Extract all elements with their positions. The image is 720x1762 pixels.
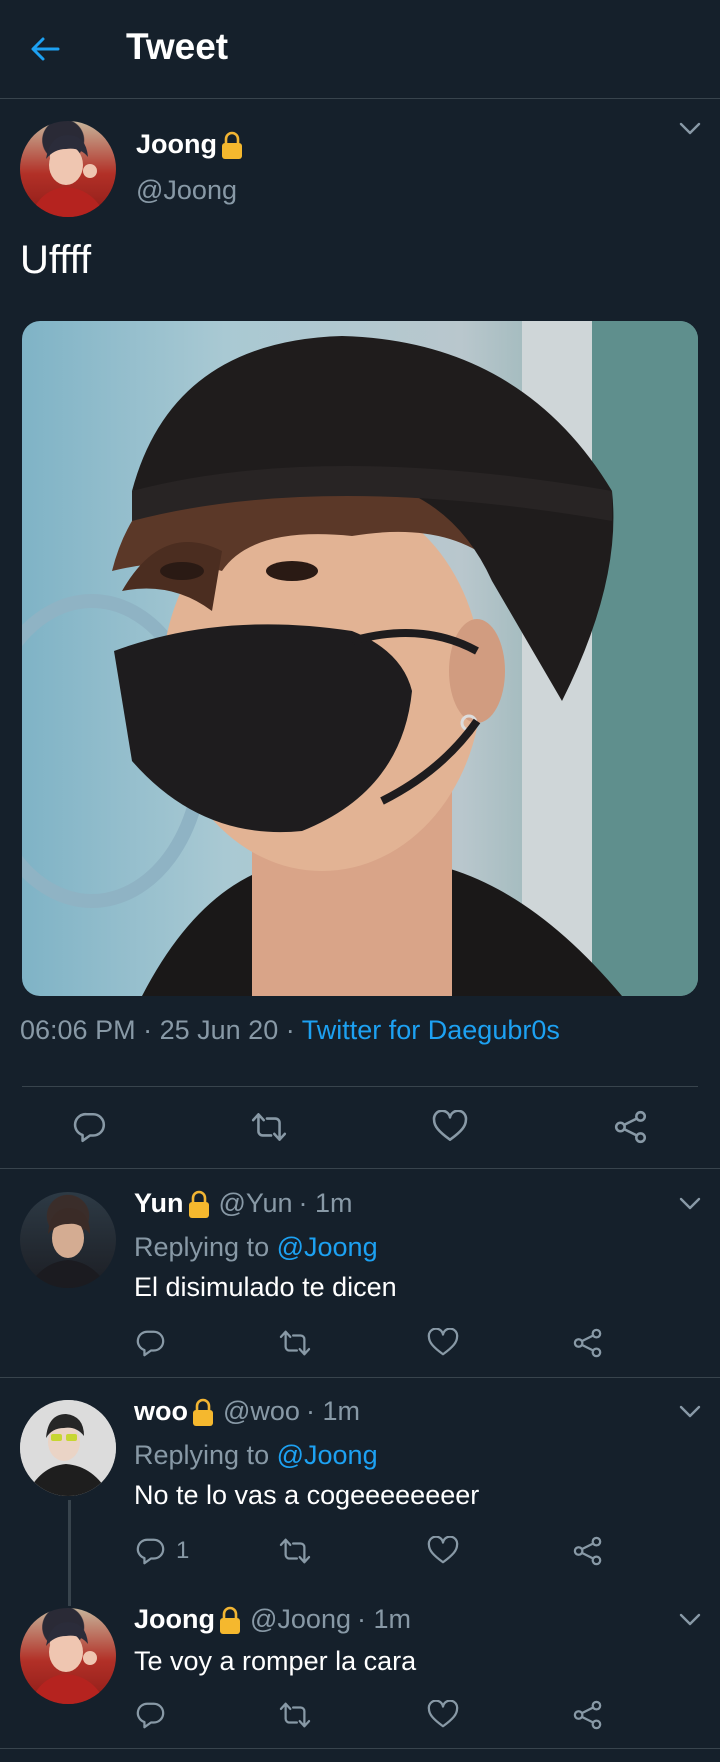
- like-button[interactable]: [427, 1328, 459, 1358]
- avatar[interactable]: [20, 121, 116, 217]
- retweet-icon: [278, 1328, 312, 1358]
- retweet-button[interactable]: [278, 1700, 312, 1730]
- chevron-down-icon: [679, 1613, 701, 1627]
- lock-icon: [218, 1605, 242, 1635]
- tweet-menu-button[interactable]: [679, 1613, 701, 1627]
- share-button[interactable]: [572, 1700, 604, 1730]
- thread-line: [68, 1500, 71, 1606]
- reply-author-handle[interactable]: @Yun: [219, 1188, 293, 1219]
- tweet-menu-button[interactable]: [679, 1197, 701, 1211]
- reply-text: Te voy a romper la cara: [134, 1646, 417, 1676]
- share-icon: [572, 1328, 604, 1358]
- share-button[interactable]: [572, 1536, 604, 1566]
- reply-button[interactable]: [136, 1328, 166, 1358]
- reply-time: · 1m: [298, 1188, 353, 1218]
- like-icon: [427, 1328, 459, 1358]
- like-icon: [432, 1110, 468, 1144]
- tweet-time: 06:06 PM: [20, 1015, 136, 1045]
- lock-icon: [220, 130, 244, 160]
- share-button[interactable]: [572, 1328, 604, 1358]
- author-handle[interactable]: @Joong: [136, 175, 237, 206]
- like-icon: [427, 1536, 459, 1566]
- reply-author-handle[interactable]: @Joong: [250, 1604, 351, 1635]
- avatar[interactable]: [20, 1192, 116, 1288]
- avatar[interactable]: [20, 1608, 116, 1704]
- avatar[interactable]: [20, 1400, 116, 1496]
- share-button[interactable]: [613, 1110, 649, 1144]
- top-bar: Tweet: [0, 0, 720, 99]
- reply-text: No te lo vas a cogeeeeeeeer: [134, 1480, 480, 1510]
- reply-author-name[interactable]: Joong: [134, 1604, 215, 1635]
- tweet-photo[interactable]: [22, 321, 698, 996]
- reply-button[interactable]: [73, 1110, 107, 1144]
- reply-count: 1: [176, 1537, 190, 1564]
- retweet-icon: [250, 1110, 288, 1144]
- share-icon: [572, 1536, 604, 1566]
- reply-icon: [136, 1328, 166, 1358]
- chevron-down-icon: [679, 1197, 701, 1211]
- like-button[interactable]: [427, 1700, 459, 1730]
- lock-icon: [187, 1189, 211, 1219]
- back-arrow-icon: [31, 37, 60, 61]
- divider: [22, 1086, 698, 1087]
- tweet-source-link[interactable]: Twitter for Daegubr0s: [302, 1015, 560, 1045]
- like-button[interactable]: [432, 1110, 468, 1144]
- replying-to-handle[interactable]: @Joong: [277, 1232, 378, 1262]
- replying-to-label: Replying to: [134, 1440, 270, 1470]
- retweet-button[interactable]: [278, 1328, 312, 1358]
- reply-icon: [136, 1536, 166, 1566]
- back-button[interactable]: [30, 26, 70, 72]
- share-icon: [613, 1110, 649, 1144]
- reply-icon: [136, 1700, 166, 1730]
- reply-text: El disimulado te dicen: [134, 1272, 397, 1302]
- reply-author-name[interactable]: woo: [134, 1396, 188, 1427]
- reply-button[interactable]: 1: [136, 1536, 189, 1566]
- reply-author-name[interactable]: Yun: [134, 1188, 184, 1219]
- tweet-menu-button[interactable]: [679, 122, 701, 136]
- reply-time: · 1m: [305, 1396, 360, 1426]
- divider: [0, 1168, 720, 1169]
- retweet-button[interactable]: [278, 1536, 312, 1566]
- replying-to-label: Replying to: [134, 1232, 270, 1262]
- divider: [0, 1748, 720, 1749]
- page-title: Tweet: [126, 26, 229, 67]
- chevron-down-icon: [679, 1405, 701, 1419]
- meta-separator: ·: [285, 1015, 295, 1045]
- retweet-icon: [278, 1700, 312, 1730]
- tweet-menu-button[interactable]: [679, 1405, 701, 1419]
- replying-to-handle[interactable]: @Joong: [277, 1440, 378, 1470]
- main-tweet: Joong @Joong Uffff 06:06 PM · 25 Jun 20 …: [0, 99, 720, 1169]
- lock-icon: [191, 1397, 215, 1427]
- author-name[interactable]: Joong: [136, 129, 217, 160]
- reply-time: · 1m: [356, 1604, 411, 1634]
- retweet-button[interactable]: [250, 1110, 288, 1144]
- like-icon: [427, 1700, 459, 1730]
- retweet-icon: [278, 1536, 312, 1566]
- chevron-down-icon: [679, 122, 701, 136]
- reply-author-handle[interactable]: @woo: [223, 1396, 300, 1427]
- like-button[interactable]: [427, 1536, 459, 1566]
- share-icon: [572, 1700, 604, 1730]
- tweet-date: 25 Jun 20: [159, 1015, 279, 1045]
- tweet-text: Uffff: [20, 238, 92, 282]
- meta-separator: ·: [143, 1015, 153, 1045]
- reply-button[interactable]: [136, 1700, 166, 1730]
- reply-icon: [73, 1110, 107, 1144]
- divider: [0, 1377, 720, 1378]
